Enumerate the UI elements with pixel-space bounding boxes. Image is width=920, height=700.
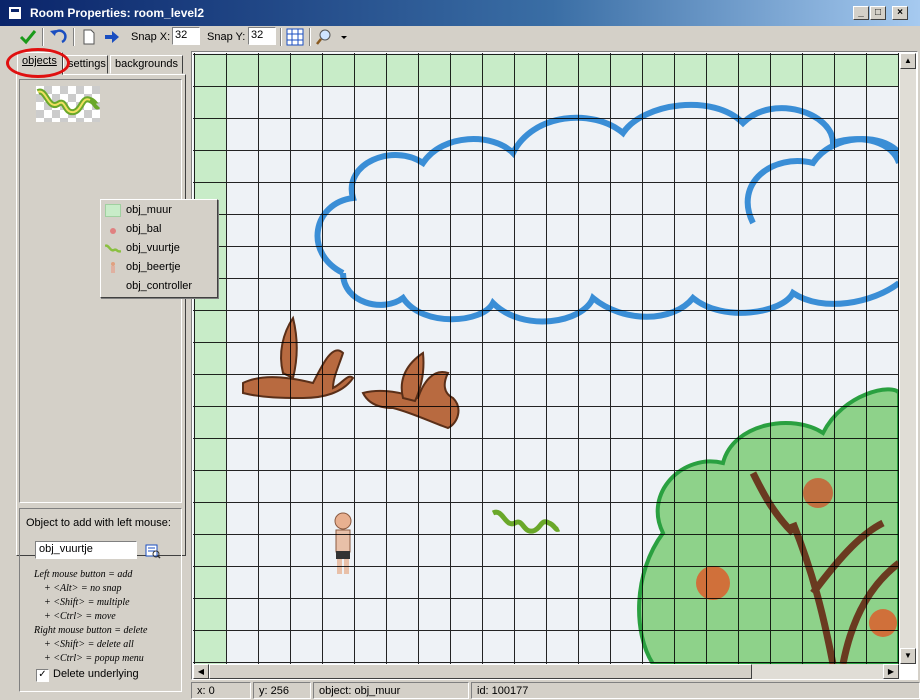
window-title: Room Properties: room_level2 (30, 6, 205, 20)
room-editor: ▲ ▼ ◀ ▶ (191, 51, 918, 680)
menu-item-label: obj_vuurtje (126, 242, 180, 254)
hint-shift-delete: + <Shift> = delete all (44, 639, 134, 650)
minimize-button[interactable]: _ (853, 6, 869, 20)
menu-item-obj-vuurtje[interactable]: obj_vuurtje (105, 240, 213, 258)
title-bar: Room Properties: room_level2 _ □ × (0, 0, 920, 26)
menu-item-label: obj_bal (126, 223, 162, 235)
room-canvas[interactable] (193, 53, 899, 664)
scroll-up-button[interactable]: ▲ (900, 53, 916, 69)
toolbar-separator (280, 28, 282, 46)
flame-snake-icon (105, 244, 121, 253)
menu-item-obj-beertje[interactable]: obj_beertje (105, 259, 213, 277)
toolbar-separator (73, 28, 75, 46)
wall-tile-icon (105, 204, 121, 217)
tab-settings-label: settings (68, 58, 106, 70)
toolbar-separator (42, 28, 44, 46)
menu-item-label: obj_muur (126, 204, 172, 216)
status-bar: x: 0 y: 256 object: obj_muur id: 100177 (191, 681, 920, 700)
ball-icon (110, 228, 116, 234)
menu-item-obj-controller[interactable]: obj_controller (105, 278, 213, 296)
hint-left-add: Left mouse button = add (34, 569, 133, 580)
selected-object-thumbnail[interactable] (36, 86, 100, 122)
snap-x-input[interactable]: 32 (172, 27, 200, 45)
snap-y-label: Snap Y: (207, 31, 246, 43)
object-popup-menu: obj_muur obj_bal obj_vuurtje obj_beertje… (100, 199, 218, 298)
scroll-down-button[interactable]: ▼ (900, 648, 916, 664)
object-add-panel: Object to add with left mouse: obj_vuurt… (19, 508, 182, 692)
close-button[interactable]: × (892, 6, 908, 20)
shift-arrow-icon[interactable] (103, 28, 121, 46)
scroll-right-button[interactable]: ▶ (883, 664, 899, 679)
snap-grid (193, 53, 899, 664)
vertical-scrollbar[interactable]: ▲ ▼ (900, 53, 916, 664)
scroll-left-button[interactable]: ◀ (193, 664, 209, 679)
hint-right-delete: Right mouse button = delete (34, 625, 148, 636)
menu-item-obj-muur[interactable]: obj_muur (105, 202, 213, 220)
toolbar: Snap X: 32 Snap Y: 32 (0, 26, 920, 48)
toolbar-separator (309, 28, 311, 46)
delete-underlying-checkbox[interactable]: ✓ (36, 669, 49, 682)
object-add-label: Object to add with left mouse: (26, 517, 171, 529)
snap-y-input[interactable]: 32 (248, 27, 276, 45)
ok-check-icon[interactable] (18, 28, 38, 46)
grid-toggle-icon[interactable] (286, 28, 304, 46)
current-object-field[interactable]: obj_vuurtje (35, 541, 137, 559)
hint-shift: + <Shift> = multiple (44, 597, 130, 608)
bear-icon (111, 262, 115, 273)
maximize-button[interactable]: □ (870, 6, 886, 20)
flame-snake-icon (36, 88, 100, 116)
hint-ctrl-popup: + <Ctrl> = popup menu (44, 653, 144, 664)
tab-backgrounds[interactable]: backgrounds (110, 55, 183, 74)
status-id: id: 100177 (471, 682, 920, 699)
zoom-dropdown-icon[interactable] (316, 28, 350, 46)
clear-room-icon[interactable] (80, 28, 98, 46)
horizontal-scrollbar[interactable]: ◀ ▶ (193, 664, 899, 679)
status-x: x: 0 (191, 682, 251, 699)
hint-alt: + <Alt> = no snap (44, 583, 122, 594)
menu-item-label: obj_controller (126, 280, 193, 292)
undo-icon[interactable] (48, 28, 68, 46)
select-object-icon[interactable] (145, 543, 161, 559)
menu-item-label: obj_beertje (126, 261, 181, 273)
hint-ctrl: + <Ctrl> = move (44, 611, 116, 622)
status-y: y: 256 (253, 682, 311, 699)
window-icon (8, 6, 22, 20)
delete-underlying-label: Delete underlying (53, 668, 139, 680)
tab-backgrounds-label: backgrounds (115, 58, 178, 70)
status-object: object: obj_muur (313, 682, 469, 699)
snap-x-label: Snap X: (131, 31, 171, 43)
menu-item-obj-bal[interactable]: obj_bal (105, 221, 213, 239)
highlight-circle (6, 48, 70, 78)
horizontal-scroll-thumb[interactable] (209, 664, 752, 679)
